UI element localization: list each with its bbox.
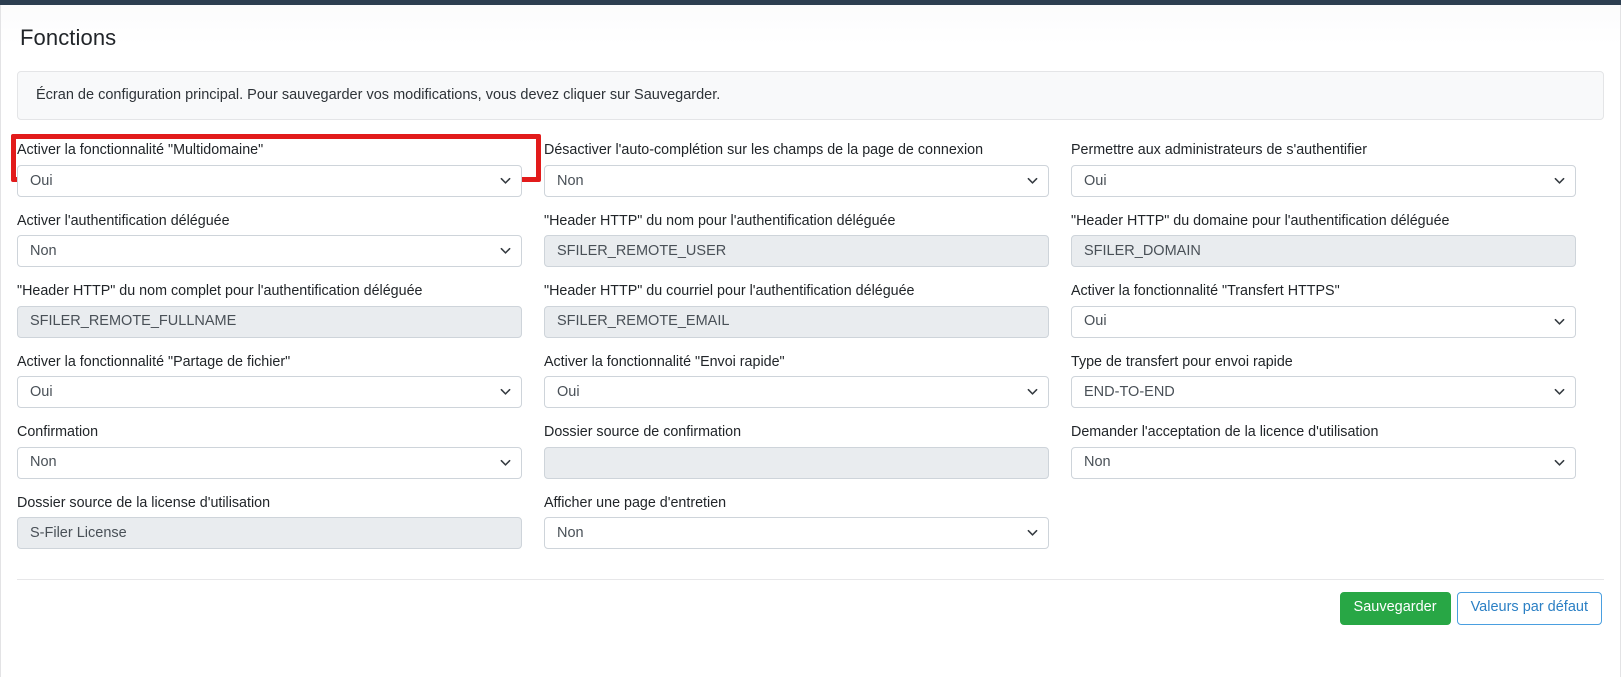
save-button[interactable]: Sauvegarder — [1339, 592, 1451, 625]
field-afficher-page-entretien: Afficher une page d'entretien Non — [544, 494, 1049, 550]
value-header-http-nom: SFILER_REMOTE_USER — [557, 244, 727, 259]
value-activer-authentification-deleguee: Non — [30, 244, 57, 259]
value-demander-acceptation-licence: Non — [1084, 455, 1111, 470]
value-activer-transfert-https: Oui — [1084, 314, 1107, 329]
page-title: Fonctions — [20, 25, 117, 50]
field-permettre-admins-authentifier: Permettre aux administrateurs de s'authe… — [1071, 142, 1576, 197]
label-header-http-domaine: "Header HTTP" du domaine pour l'authenti… — [1071, 212, 1450, 229]
field-type-transfert-envoi-rapide: Type de transfert pour envoi rapide END-T… — [1071, 353, 1576, 409]
input-dossier-source-licence: S-Filer License — [17, 517, 522, 550]
field-desactiver-auto-completion: Désactiver l'auto-complétion sur les cha… — [544, 142, 1049, 197]
label-desactiver-auto-completion: Désactiver l'auto-complétion sur les cha… — [544, 142, 984, 159]
value-header-http-courriel: SFILER_REMOTE_EMAIL — [557, 314, 730, 329]
field-header-http-domaine: "Header HTTP" du domaine pour l'authenti… — [1071, 212, 1576, 268]
select-activer-multidomaine[interactable]: Oui — [17, 164, 522, 197]
chevron-down-icon — [1027, 527, 1038, 537]
label-activer-transfert-https: Activer la fonctionnalité "Transfert HTT… — [1071, 283, 1340, 300]
select-type-transfert-envoi-rapide[interactable]: END-TO-END — [1071, 376, 1576, 409]
field-header-http-nom-complet: "Header HTTP" du nom complet pour l'auth… — [17, 283, 522, 338]
label-activer-envoi-rapide: Activer la fonctionnalité "Envoi rapide" — [544, 353, 785, 370]
select-permettre-admins-authentifier[interactable]: Oui — [1071, 164, 1576, 197]
select-activer-transfert-https[interactable]: Oui — [1071, 305, 1576, 338]
select-activer-partage-de-fichier[interactable]: Oui — [17, 376, 522, 409]
field-demander-acceptation-licence: Demander l'acceptation de la licence d'u… — [1071, 424, 1576, 479]
label-header-http-courriel: "Header HTTP" du courriel pour l'authent… — [544, 283, 915, 300]
select-confirmation[interactable]: Non — [17, 446, 522, 479]
value-activer-envoi-rapide: Oui — [557, 384, 580, 400]
select-afficher-page-entretien[interactable]: Non — [544, 517, 1049, 550]
label-dossier-source-licence: Dossier source de la license d'utilisati… — [17, 494, 271, 511]
footer-actions: Sauvegarder Valeurs par défaut — [17, 580, 1604, 625]
chevron-down-icon — [500, 457, 511, 467]
value-header-http-domaine: SFILER_DOMAIN — [1084, 244, 1201, 259]
chevron-down-icon — [1027, 175, 1038, 185]
input-header-http-courriel: SFILER_REMOTE_EMAIL — [544, 305, 1049, 338]
value-header-http-nom-complet: SFILER_REMOTE_FULLNAME — [30, 314, 237, 329]
select-activer-envoi-rapide[interactable]: Oui — [544, 376, 1049, 409]
label-activer-authentification-deleguee: Activer l'authentification déléguée — [17, 212, 230, 229]
value-confirmation: Non — [30, 455, 57, 470]
page-container: Fonctions Écran de configuration princip… — [0, 5, 1621, 677]
input-header-http-nom-complet: SFILER_REMOTE_FULLNAME — [17, 305, 522, 338]
field-dossier-source-confirmation: Dossier source de confirmation — [544, 424, 1049, 479]
field-dossier-source-licence: Dossier source de la license d'utilisati… — [17, 494, 522, 550]
value-afficher-page-entretien: Non — [557, 525, 584, 541]
value-desactiver-auto-completion: Non — [557, 173, 584, 189]
chevron-down-icon — [1027, 386, 1038, 396]
value-permettre-admins-authentifier: Oui — [1084, 173, 1107, 189]
chevron-down-icon — [1554, 386, 1565, 396]
select-desactiver-auto-completion[interactable]: Non — [544, 164, 1049, 197]
label-permettre-admins-authentifier: Permettre aux administrateurs de s'authe… — [1071, 142, 1367, 159]
field-activer-authentification-deleguee: Activer l'authentification déléguée Non — [17, 212, 522, 268]
field-activer-envoi-rapide: Activer la fonctionnalité "Envoi rapide"… — [544, 353, 1049, 409]
input-header-http-nom: SFILER_REMOTE_USER — [544, 235, 1049, 268]
label-dossier-source-confirmation: Dossier source de confirmation — [544, 424, 742, 441]
field-activer-partage-de-fichier: Activer la fonctionnalité "Partage de fi… — [17, 353, 522, 409]
chevron-down-icon — [1554, 316, 1565, 326]
label-activer-partage-de-fichier: Activer la fonctionnalité "Partage de fi… — [17, 353, 291, 370]
input-header-http-domaine: SFILER_DOMAIN — [1071, 235, 1576, 268]
field-confirmation: Confirmation Non — [17, 424, 522, 479]
info-alert: Écran de configuration principal. Pour s… — [17, 71, 1604, 121]
label-confirmation: Confirmation — [17, 424, 99, 441]
field-header-http-nom: "Header HTTP" du nom pour l'authentifica… — [544, 212, 1049, 268]
settings-form-grid: Activer la fonctionnalité "Multidomaine"… — [11, 134, 1604, 565]
label-afficher-page-entretien: Afficher une page d'entretien — [544, 494, 727, 511]
info-alert-text: Écran de configuration principal. Pour s… — [36, 87, 721, 103]
chevron-down-icon — [500, 245, 511, 255]
field-header-http-courriel: "Header HTTP" du courriel pour l'authent… — [544, 283, 1049, 338]
label-header-http-nom-complet: "Header HTTP" du nom complet pour l'auth… — [17, 283, 423, 300]
label-demander-acceptation-licence: Demander l'acceptation de la licence d'u… — [1071, 424, 1379, 441]
value-activer-partage-de-fichier: Oui — [30, 384, 53, 400]
chevron-down-icon — [500, 386, 511, 396]
reset-defaults-button[interactable]: Valeurs par défaut — [1456, 592, 1602, 625]
select-activer-authentification-deleguee[interactable]: Non — [17, 235, 522, 268]
label-type-transfert-envoi-rapide: Type de transfert pour envoi rapide — [1071, 353, 1293, 370]
select-demander-acceptation-licence[interactable]: Non — [1071, 446, 1576, 479]
input-dossier-source-confirmation — [544, 446, 1049, 479]
label-header-http-nom: "Header HTTP" du nom pour l'authentifica… — [544, 212, 896, 229]
field-activer-multidomaine: Activer la fonctionnalité "Multidomaine"… — [17, 142, 522, 197]
field-activer-transfert-https: Activer la fonctionnalité "Transfert HTT… — [1071, 283, 1576, 338]
chevron-down-icon — [1554, 457, 1565, 467]
value-type-transfert-envoi-rapide: END-TO-END — [1084, 384, 1175, 400]
value-activer-multidomaine: Oui — [30, 173, 53, 189]
label-activer-multidomaine: Activer la fonctionnalité "Multidomaine" — [17, 142, 264, 159]
chevron-down-icon — [500, 175, 511, 185]
value-dossier-source-licence: S-Filer License — [30, 525, 127, 541]
chevron-down-icon — [1554, 175, 1565, 185]
